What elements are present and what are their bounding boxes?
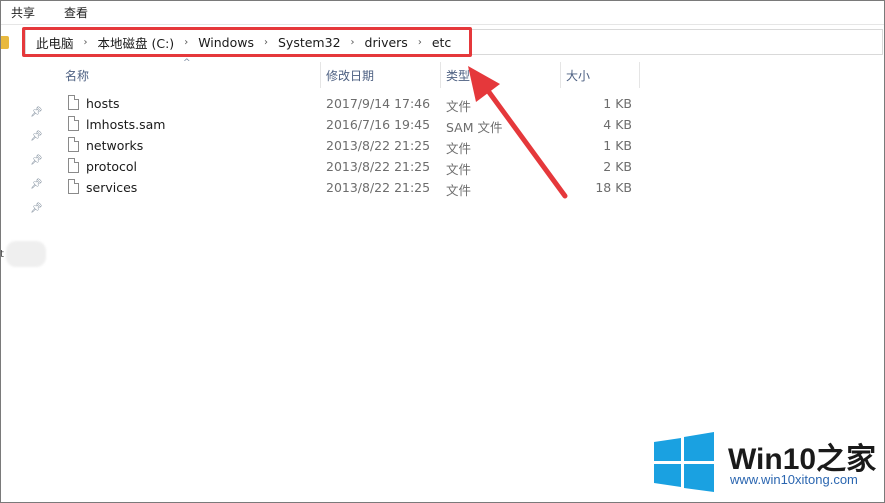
watermark-url: www.win10xitong.com	[730, 472, 858, 487]
watermark-logo: Win10之家 www.win10xitong.com	[652, 432, 877, 494]
windows-logo-icon	[654, 432, 714, 492]
annotation-arrow	[468, 66, 568, 199]
arrow-shaft	[483, 85, 568, 199]
